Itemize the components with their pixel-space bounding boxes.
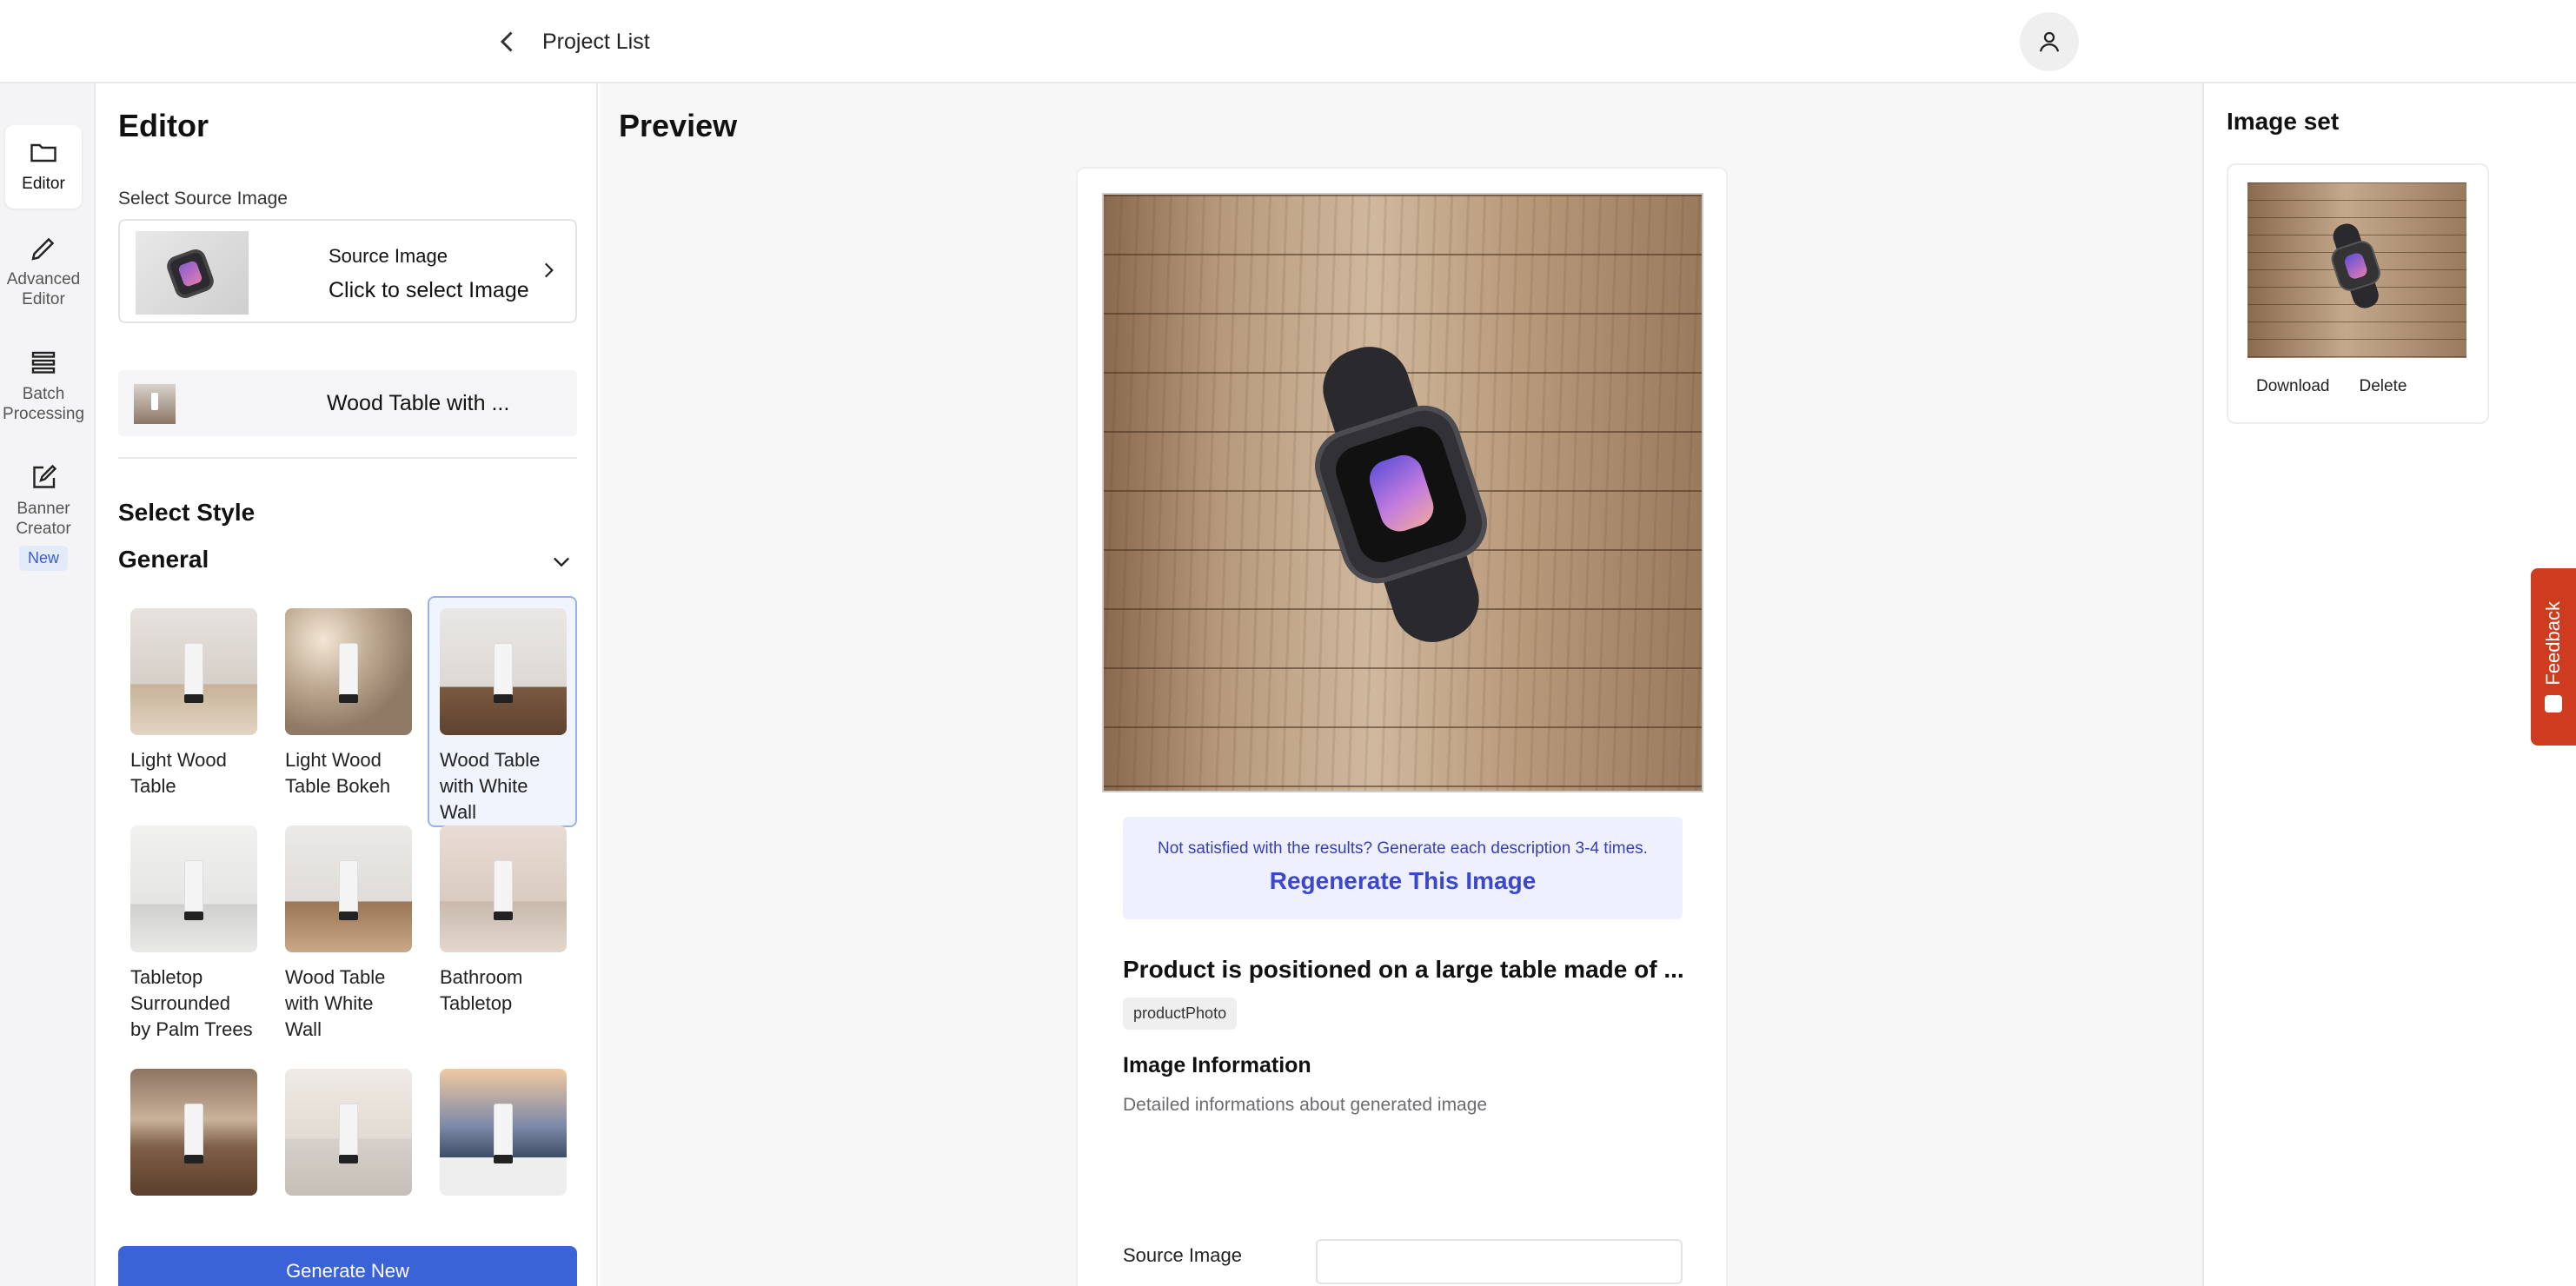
edit-square-icon [33,464,57,488]
left-nav-rail: Editor Advanced Editor Batch Processing … [0,83,96,1286]
back-to-project-list[interactable]: Project List [492,24,650,59]
regenerate-box: Not satisfied with the results? Generate… [1123,817,1683,919]
preview-card: Not satisfied with the results? Generate… [1076,167,1728,1286]
chevron-right-icon [544,262,554,278]
style-card-tabletop-palm-trees[interactable]: Tabletop Surrounded by Palm Trees [118,813,268,1044]
folder-icon [30,143,56,162]
image-set-panel: Image set Download Delete [2202,83,2576,1286]
regenerate-hint: Not satisfied with the results? Generate… [1158,839,1648,858]
editor-panel: Editor Select Source Image Source Image … [96,83,598,1286]
source-image-field-label: Source Image [1123,1244,1242,1266]
style-card-wood-table-with-white-wall-2[interactable]: Wood Table with White Wall [273,813,422,1044]
feedback-tab[interactable]: Feedback [2531,568,2576,746]
style-thumbnail [130,1069,257,1196]
pencil-icon [31,237,55,261]
style-thumbnail [130,608,257,735]
rail-item-editor[interactable]: Editor [5,125,82,209]
style-thumbnail [440,608,567,735]
style-thumbnail [440,825,567,952]
rail-item-label: Advanced Editor [6,270,81,308]
style-label: Tabletop Surrounded by Palm Trees [130,966,253,1040]
style-card-9[interactable] [428,1057,577,1197]
preview-area: Preview Not satisfied with the results? … [600,83,2202,1286]
image-info-heading: Image Information [1123,1053,1311,1077]
rail-item-banner-creator[interactable]: Banner Creator New [5,462,82,571]
selected-style-thumbnail [134,384,176,424]
rail-item-label: Editor [22,175,65,193]
style-thumbnail [130,825,257,952]
source-image-selector[interactable]: Source Image Click to select Image [118,219,577,323]
back-link-label: Project List [542,29,650,54]
style-thumbnail [285,608,412,735]
download-button[interactable]: Download [2247,372,2339,401]
user-icon [2039,31,2060,52]
new-badge: New [18,546,68,571]
style-card-bathroom-tabletop[interactable]: Bathroom Tabletop [428,813,577,1018]
rail-item-label: Banner Creator [16,500,71,538]
image-set-card: Download Delete [2227,163,2489,424]
select-style-heading: Select Style [118,499,256,526]
chevron-left-icon [500,31,513,52]
delete-button[interactable]: Delete [2351,372,2416,401]
generate-new-button[interactable]: Generate New [118,1246,577,1286]
rail-item-label: Batch Processing [3,385,85,423]
feedback-icon [2545,695,2562,713]
divider [118,457,577,459]
style-card-wood-table-with-white-wall[interactable]: Wood Table with White Wall [428,596,577,827]
stack-icon [31,351,56,374]
image-set-title: Image set [2227,108,2340,135]
source-image-thumbnail [136,231,249,315]
preview-title: Preview [619,108,738,143]
chevron-down-icon[interactable] [549,549,574,573]
select-source-label: Select Source Image [118,189,288,209]
style-label: Light Wood Table Bokeh [285,749,391,797]
style-label: Light Wood Table [130,749,227,797]
source-image-field [1316,1239,1683,1284]
style-card-light-wood-table[interactable]: Light Wood Table [118,596,268,801]
style-card-8[interactable] [273,1057,422,1197]
style-card-7[interactable] [118,1057,268,1197]
style-thumbnail [285,1069,412,1196]
rail-item-batch-processing[interactable]: Batch Processing [3,348,85,424]
product-tag: productPhoto [1123,998,1238,1030]
generated-image [1102,193,1703,792]
feedback-label: Feedback [2542,600,2564,686]
style-card-light-wood-table-bokeh[interactable]: Light Wood Table Bokeh [273,596,422,801]
regenerate-button[interactable]: Regenerate This Image [1270,867,1537,895]
product-description-title: Product is positioned on a large table m… [1123,956,1684,983]
image-set-thumbnail[interactable] [2247,182,2466,358]
editor-title: Editor [118,108,209,143]
rail-item-advanced-editor[interactable]: Advanced Editor [5,233,82,309]
source-image-cta: Click to select Image [329,278,529,302]
style-grid: Light Wood Table Light Wood Table Bokeh … [118,596,588,1270]
style-thumbnail [440,1069,567,1196]
style-group-heading: General [118,546,209,573]
style-label: Wood Table with White Wall [285,966,386,1040]
user-avatar-button[interactable] [2020,12,2079,71]
selected-style-label: Wood Table with ... [327,391,510,415]
style-thumbnail [285,825,412,952]
style-label: Bathroom Tabletop [440,966,523,1014]
selected-style-row[interactable]: Wood Table with ... [118,370,577,436]
top-bar: Project List [0,0,2576,83]
image-info-description: Detailed informations about generated im… [1123,1095,1488,1115]
source-image-title: Source Image [329,245,448,267]
